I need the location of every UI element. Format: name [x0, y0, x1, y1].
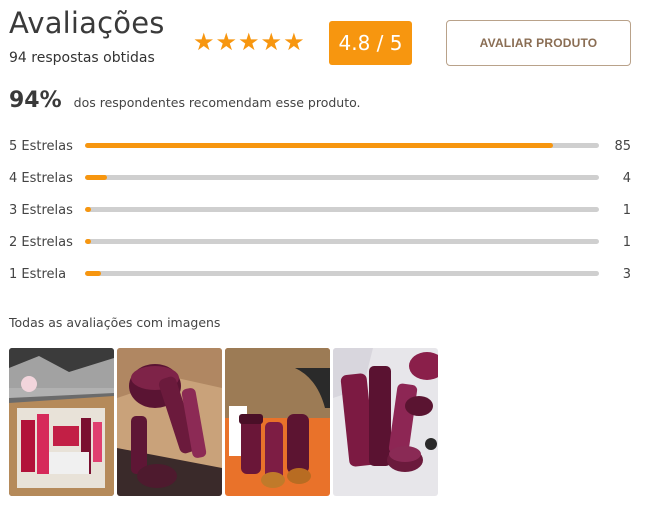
rating-row-4[interactable]: 4 Estrelas 4 — [9, 169, 634, 201]
star-icon: ★ — [260, 28, 283, 56]
review-image-thumbnail[interactable] — [333, 348, 438, 496]
rating-row-5[interactable]: 5 Estrelas 85 — [9, 137, 634, 169]
recommend-text: dos respondentes recomendam esse produto… — [73, 95, 361, 110]
review-image-gallery — [9, 348, 438, 496]
rating-label: 3 Estrelas — [9, 203, 73, 218]
rating-bar-fill — [85, 239, 91, 244]
star-icon: ★ — [193, 28, 215, 56]
rating-bar-track — [85, 239, 599, 244]
rating-row-1[interactable]: 1 Estrela 3 — [9, 265, 634, 297]
rating-distribution: 5 Estrelas 85 4 Estrelas 4 3 Estrelas 1 … — [9, 137, 634, 297]
recommend-percent: 94% — [9, 88, 62, 113]
review-image-thumbnail[interactable] — [117, 348, 222, 496]
rating-bar-fill — [85, 143, 553, 148]
rate-product-button[interactable]: AVALIAR PRODUTO — [446, 20, 631, 66]
review-images-heading: Todas as avaliações com imagens — [9, 315, 221, 330]
star-icon: ★ — [283, 28, 305, 56]
rating-count: 4 — [622, 171, 631, 186]
rating-row-3[interactable]: 3 Estrelas 1 — [9, 201, 634, 233]
star-rating: ★ ★ ★ ★ ★ — [193, 30, 305, 54]
rating-bar-fill — [85, 271, 102, 276]
rating-count: 1 — [622, 235, 631, 250]
rating-count: 85 — [614, 139, 631, 154]
rating-bar-track — [85, 143, 599, 148]
rating-label: 5 Estrelas — [9, 139, 73, 154]
recommendation-summary: 94% dos respondentes recomendam esse pro… — [9, 88, 361, 113]
rating-label: 4 Estrelas — [9, 171, 73, 186]
review-image-thumbnail[interactable] — [225, 348, 330, 496]
review-image-thumbnail[interactable] — [9, 348, 114, 496]
star-icon: ★ — [238, 28, 260, 56]
rating-label: 1 Estrela — [9, 267, 67, 282]
star-icon: ★ — [215, 28, 238, 56]
rating-bar-fill — [85, 175, 108, 180]
average-score-badge: 4.8 / 5 — [329, 21, 412, 65]
rating-bar-track — [85, 271, 599, 276]
rating-bar-track — [85, 207, 599, 212]
page-title: Avaliações — [9, 6, 165, 40]
rating-bar-fill — [85, 207, 91, 212]
responses-count: 94 respostas obtidas — [9, 50, 155, 66]
rating-bar-track — [85, 175, 599, 180]
rating-count: 3 — [622, 267, 631, 282]
rating-row-2[interactable]: 2 Estrelas 1 — [9, 233, 634, 265]
rating-count: 1 — [622, 203, 631, 218]
rating-label: 2 Estrelas — [9, 235, 73, 250]
